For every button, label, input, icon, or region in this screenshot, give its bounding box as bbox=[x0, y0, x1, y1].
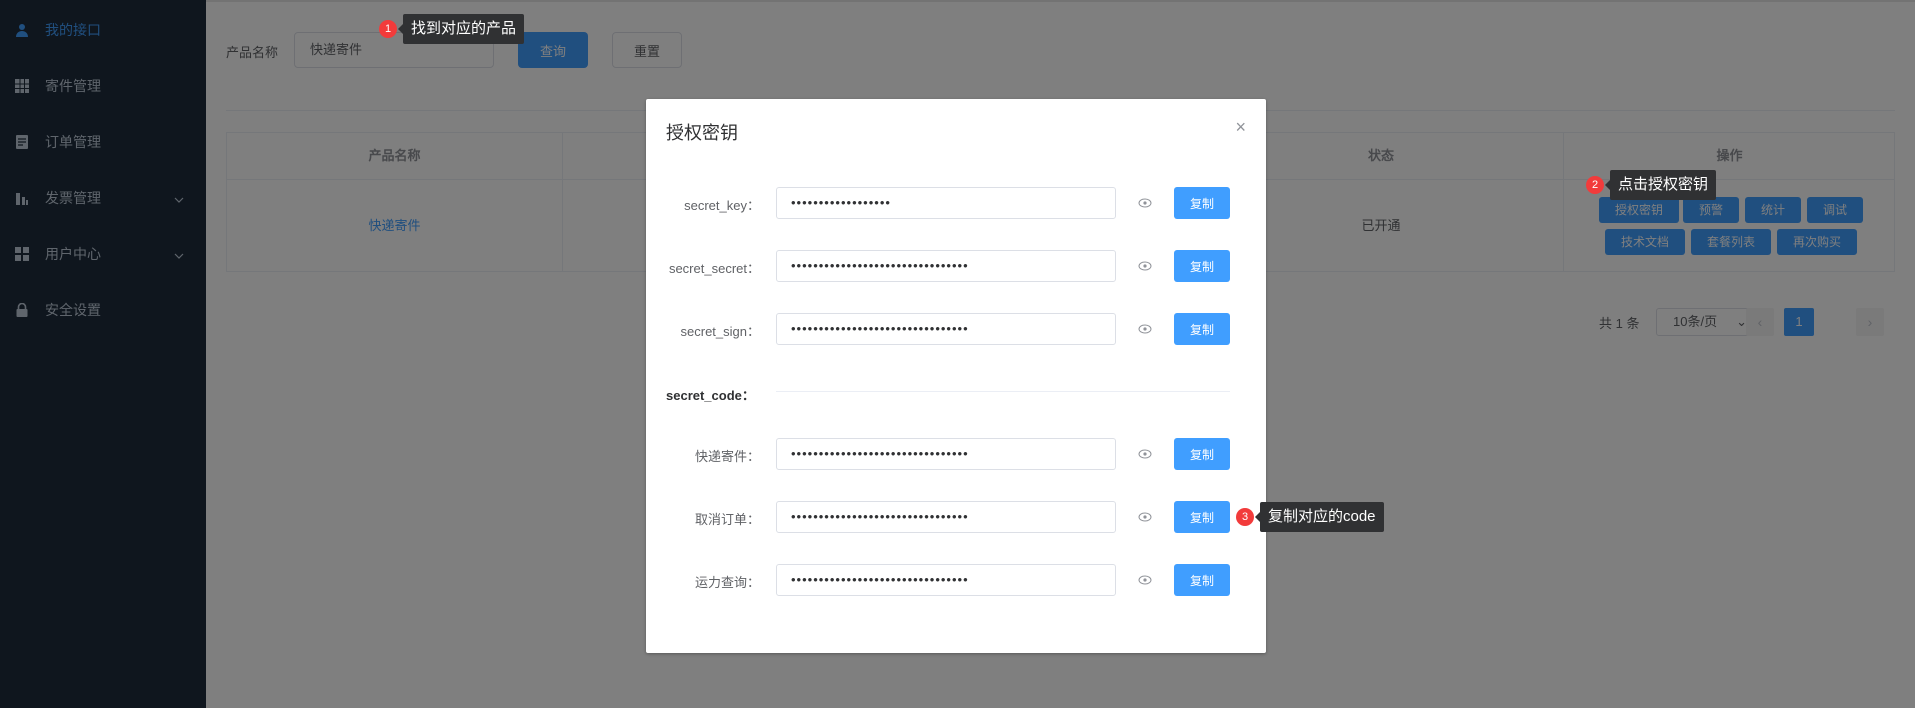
secret-key-label: secret_key： bbox=[684, 198, 760, 213]
close-icon[interactable]: × bbox=[1235, 117, 1246, 138]
code-input-shipping[interactable]: •••••••••••••••••••••••••••••••• bbox=[776, 438, 1116, 470]
secret-secret-label: secret_secret： bbox=[668, 261, 760, 276]
step-tooltip: 点击授权密钥 bbox=[1604, 170, 1717, 200]
step-2-annotation: 2 点击授权密钥 bbox=[1586, 170, 1717, 200]
step-badge: 2 bbox=[1586, 176, 1604, 194]
step-tooltip: 找到对应的产品 bbox=[397, 14, 525, 44]
secret-sign-label: secret_sign： bbox=[680, 324, 760, 339]
eye-icon[interactable] bbox=[1136, 320, 1154, 338]
secret-secret-input[interactable]: •••••••••••••••••••••••••••••••• bbox=[776, 250, 1116, 282]
copy-secret-secret-button[interactable]: 复制 bbox=[1174, 250, 1230, 282]
step-badge: 3 bbox=[1236, 508, 1254, 526]
code-label-shipping: 快递寄件： bbox=[694, 449, 760, 464]
code-label-capacity: 运力查询： bbox=[694, 575, 760, 590]
step-3-annotation: 3 复制对应的code bbox=[1236, 502, 1384, 532]
secret-code-divider bbox=[776, 391, 1230, 392]
eye-icon[interactable] bbox=[1136, 194, 1154, 212]
eye-icon[interactable] bbox=[1136, 508, 1154, 526]
code-input-cancel[interactable]: •••••••••••••••••••••••••••••••• bbox=[776, 501, 1116, 533]
dialog-title: 授权密钥 bbox=[666, 123, 738, 143]
step-tooltip: 复制对应的code bbox=[1255, 502, 1384, 532]
secret-code-label: secret_code： bbox=[666, 388, 755, 403]
auth-key-dialog: 授权密钥 × secret_key： •••••••••••••••••• 复制… bbox=[646, 99, 1266, 653]
eye-icon[interactable] bbox=[1136, 445, 1154, 463]
step-1-annotation: 1 找到对应的产品 bbox=[379, 14, 525, 44]
eye-icon[interactable] bbox=[1136, 257, 1154, 275]
copy-code-shipping-button[interactable]: 复制 bbox=[1174, 438, 1230, 470]
secret-sign-input[interactable]: •••••••••••••••••••••••••••••••• bbox=[776, 313, 1116, 345]
secret-key-input[interactable]: •••••••••••••••••• bbox=[776, 187, 1116, 219]
eye-icon[interactable] bbox=[1136, 571, 1154, 589]
copy-secret-sign-button[interactable]: 复制 bbox=[1174, 313, 1230, 345]
copy-code-cancel-button[interactable]: 复制 bbox=[1174, 501, 1230, 533]
code-label-cancel: 取消订单： bbox=[694, 512, 760, 527]
copy-code-capacity-button[interactable]: 复制 bbox=[1174, 564, 1230, 596]
copy-secret-key-button[interactable]: 复制 bbox=[1174, 187, 1230, 219]
code-input-capacity[interactable]: •••••••••••••••••••••••••••••••• bbox=[776, 564, 1116, 596]
step-badge: 1 bbox=[379, 20, 397, 38]
